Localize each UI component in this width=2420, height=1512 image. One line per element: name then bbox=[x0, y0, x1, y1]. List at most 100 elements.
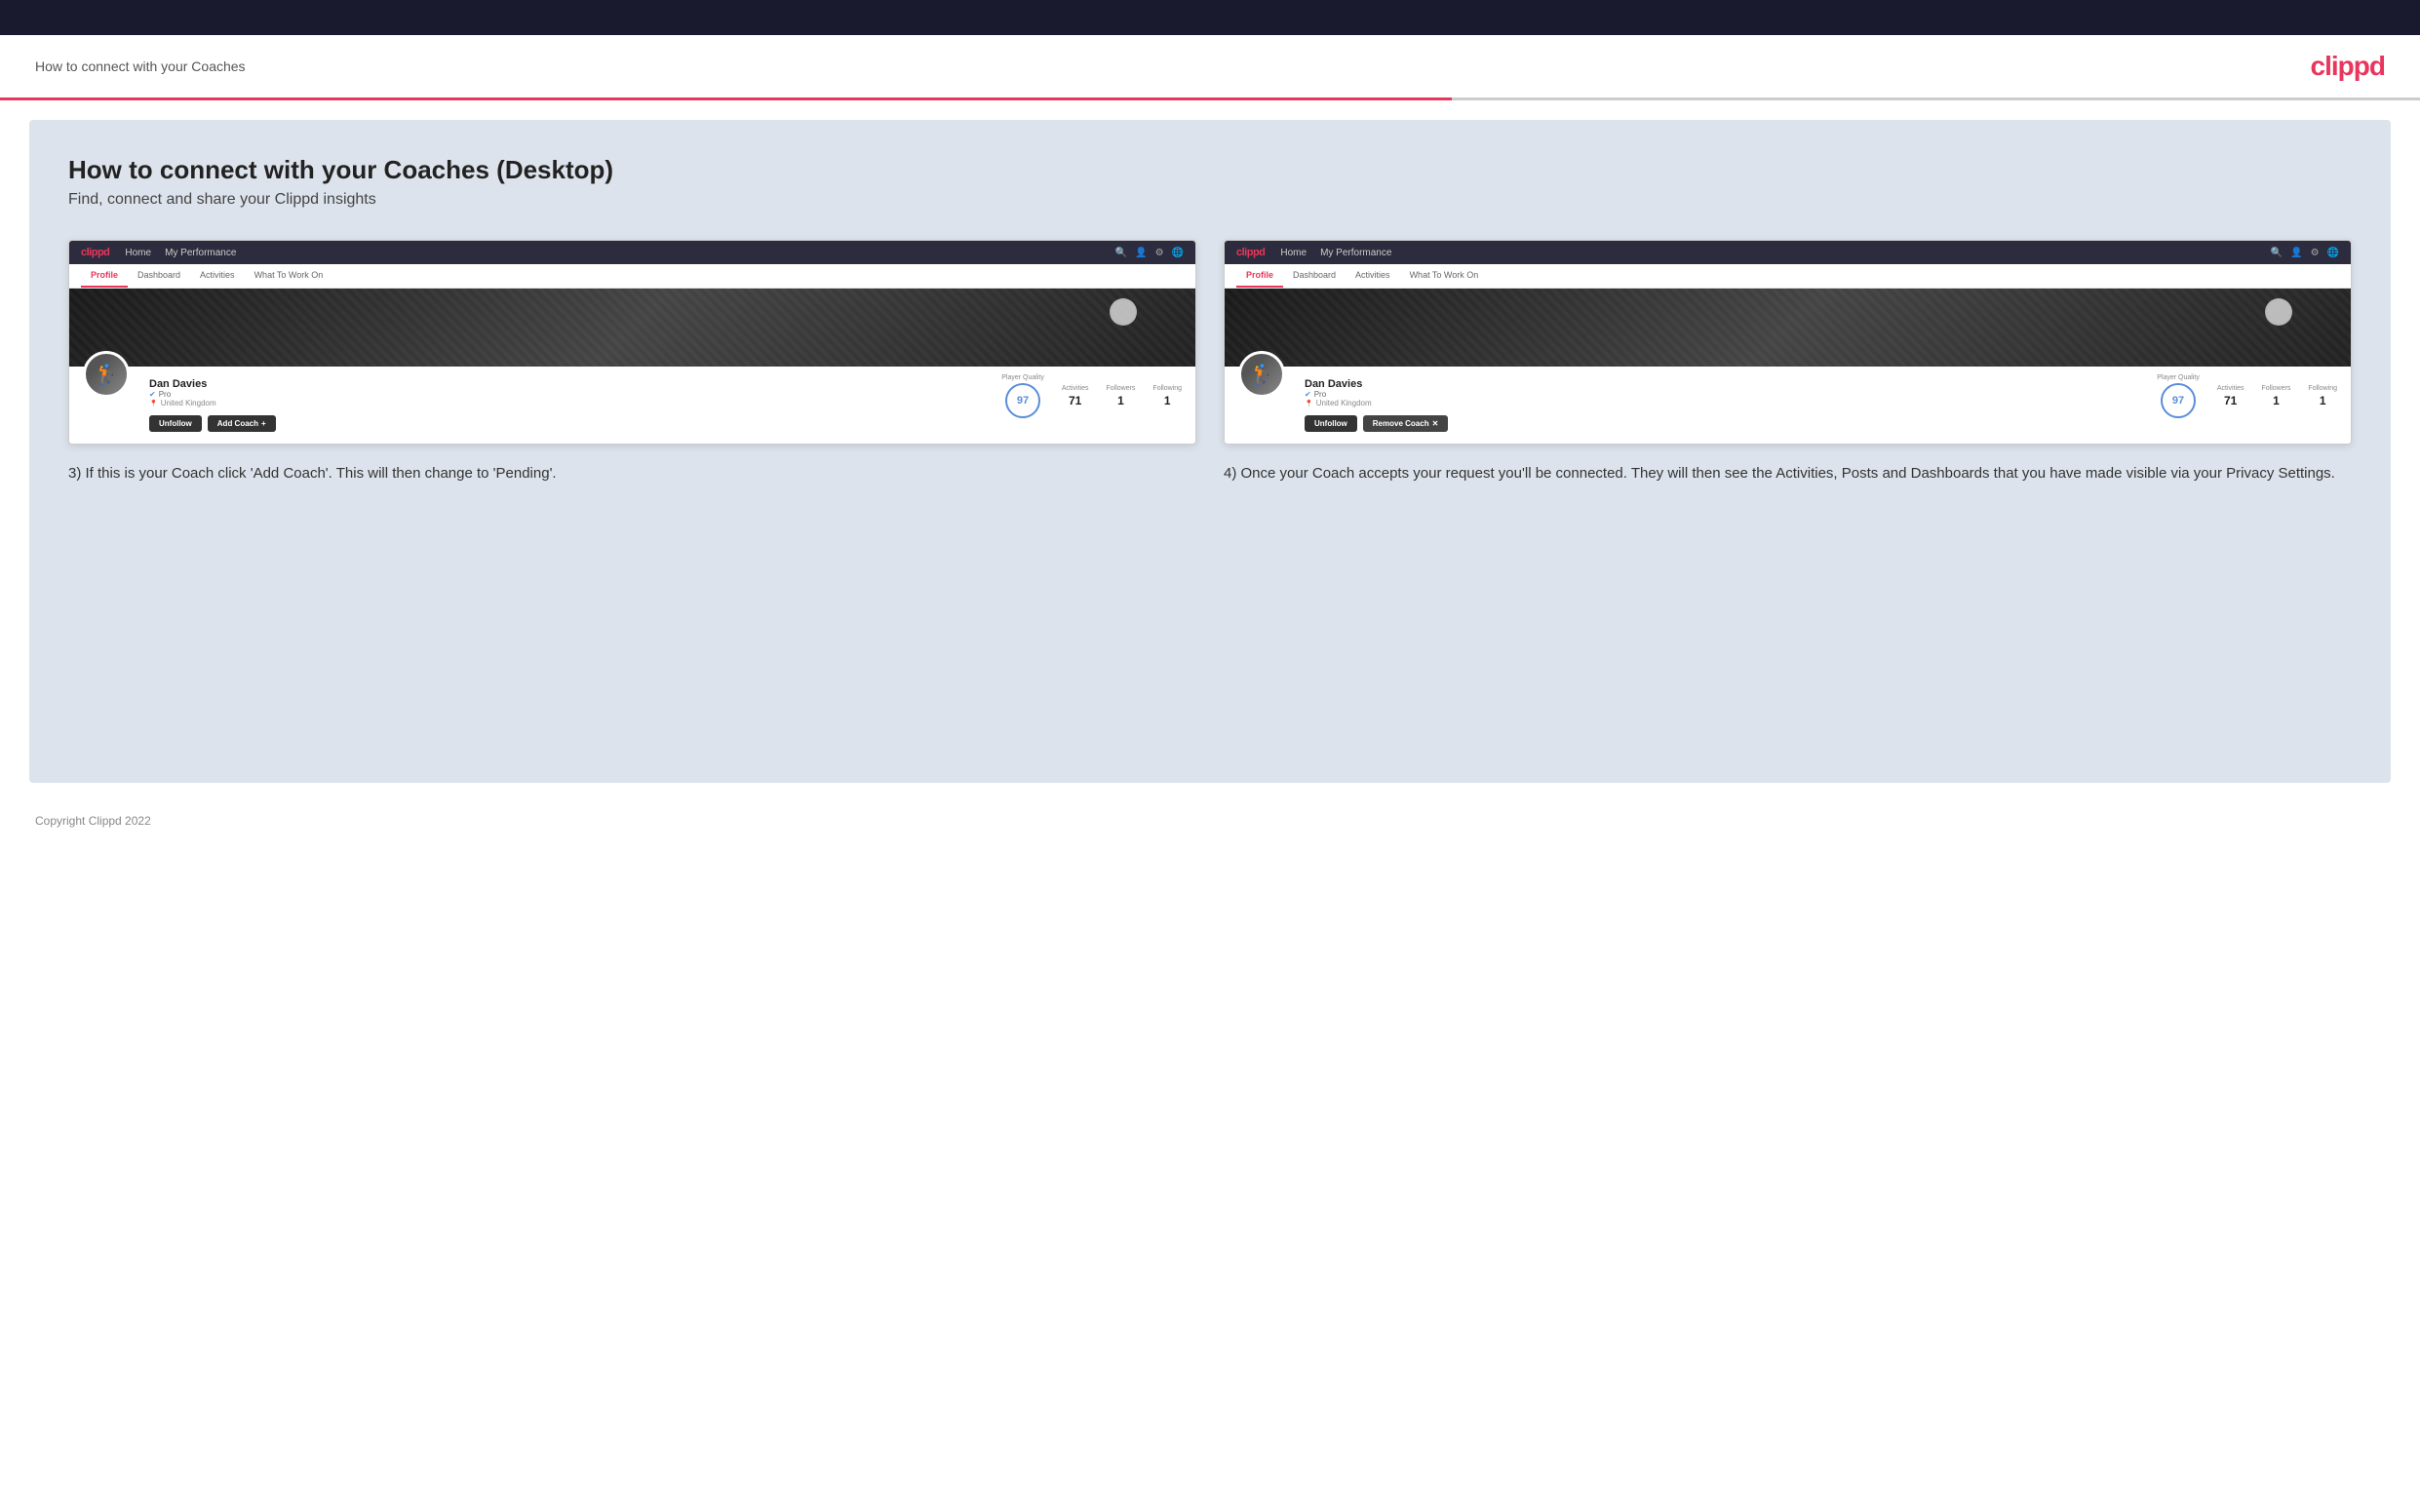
mini-banner-overlay-right bbox=[1225, 289, 2351, 367]
globe-icon-right[interactable]: 🌐 bbox=[2327, 248, 2339, 258]
stat-followers-label-right: Followers bbox=[2261, 385, 2290, 392]
stat-followers-label-left: Followers bbox=[1106, 385, 1135, 392]
close-icon-right: ✕ bbox=[1432, 419, 1439, 428]
settings-icon-left[interactable]: ⚙ bbox=[1155, 248, 1164, 258]
tab-dashboard-left[interactable]: Dashboard bbox=[128, 264, 190, 288]
unfollow-button-right[interactable]: Unfollow bbox=[1305, 415, 1357, 432]
page-subtitle: Find, connect and share your Clippd insi… bbox=[68, 191, 2352, 209]
mini-buttons-right: Unfollow Remove Coach ✕ bbox=[1305, 415, 2137, 432]
header-divider bbox=[0, 97, 2420, 100]
stat-following-value-left: 1 bbox=[1152, 394, 1182, 407]
stat-quality-right: Player Quality 97 bbox=[2157, 374, 2200, 418]
mini-banner-left bbox=[69, 289, 1195, 367]
globe-icon-left[interactable]: 🌐 bbox=[1172, 248, 1184, 258]
role-label-right: Pro bbox=[1314, 390, 1326, 399]
stat-following-label-right: Following bbox=[2308, 385, 2337, 392]
verified-icon-right: ✔ bbox=[1305, 390, 1311, 399]
mini-buttons-left: Unfollow Add Coach + bbox=[149, 415, 982, 432]
stat-quality-label-right: Player Quality bbox=[2157, 374, 2200, 381]
mini-stats-row-left: Player Quality 97 Activities 71 Follower… bbox=[1001, 374, 1182, 418]
mini-nav-items-left: Home My Performance bbox=[125, 248, 1099, 258]
mini-profile-section-right: 🏌 Dan Davies ✔ Pro 📍 United Kingdom bbox=[1225, 367, 2351, 444]
verified-icon-left: ✔ bbox=[149, 390, 156, 399]
screenshots-row: clippd Home My Performance 🔍 👤 ⚙ 🌐 Profi… bbox=[68, 240, 2352, 485]
step3-description: 3) If this is your Coach click 'Add Coac… bbox=[68, 462, 1196, 485]
location-label-left: United Kingdom bbox=[161, 399, 216, 407]
screenshot-right: clippd Home My Performance 🔍 👤 ⚙ 🌐 Profi… bbox=[1224, 240, 2352, 445]
copyright-text: Copyright Clippd 2022 bbox=[35, 814, 151, 828]
settings-icon-right[interactable]: ⚙ bbox=[2311, 248, 2320, 258]
stat-followers-value-right: 1 bbox=[2261, 394, 2290, 407]
avatar-figure-right: 🏌 bbox=[1250, 363, 1274, 387]
mini-profile-info-left: Dan Davies ✔ Pro 📍 United Kingdom Unfoll… bbox=[149, 374, 982, 432]
tab-profile-right[interactable]: Profile bbox=[1236, 264, 1283, 288]
stat-following-left: Following 1 bbox=[1152, 385, 1182, 407]
unfollow-button-left[interactable]: Unfollow bbox=[149, 415, 202, 432]
avatar-figure-left: 🏌 bbox=[95, 363, 119, 387]
step3-column: clippd Home My Performance 🔍 👤 ⚙ 🌐 Profi… bbox=[68, 240, 1196, 485]
mini-logo-right: clippd bbox=[1236, 247, 1265, 258]
mini-logo-left: clippd bbox=[81, 247, 109, 258]
mini-nav-icons-left: 🔍 👤 ⚙ 🌐 bbox=[1115, 248, 1184, 258]
tab-profile-left[interactable]: Profile bbox=[81, 264, 128, 288]
mini-nav-home-right[interactable]: Home bbox=[1280, 248, 1307, 258]
main-content: How to connect with your Coaches (Deskto… bbox=[29, 120, 2391, 783]
location-icon-right: 📍 bbox=[1305, 400, 1313, 407]
stat-activities-left: Activities 71 bbox=[1062, 385, 1089, 407]
mini-nav-home-left[interactable]: Home bbox=[125, 248, 151, 258]
user-icon-left[interactable]: 👤 bbox=[1135, 248, 1147, 258]
quality-circle-left: 97 bbox=[1005, 383, 1040, 418]
top-bar bbox=[0, 0, 2420, 35]
mini-avatar-right: 🏌 bbox=[1238, 351, 1285, 398]
mini-avatar-wrap-left: 🏌 bbox=[83, 351, 130, 398]
add-coach-button-left[interactable]: Add Coach + bbox=[208, 415, 276, 432]
mini-profile-location-left: 📍 United Kingdom bbox=[149, 399, 982, 407]
location-icon-left: 📍 bbox=[149, 400, 158, 407]
mini-nav-performance-left[interactable]: My Performance bbox=[165, 248, 236, 258]
user-icon-right[interactable]: 👤 bbox=[2290, 248, 2302, 258]
mini-profile-role-left: ✔ Pro bbox=[149, 390, 982, 399]
mini-banner-circle-right bbox=[2265, 298, 2292, 326]
footer: Copyright Clippd 2022 bbox=[0, 802, 2420, 839]
stat-activities-value-right: 71 bbox=[2217, 394, 2244, 407]
stat-following-right: Following 1 bbox=[2308, 385, 2337, 407]
stat-followers-value-left: 1 bbox=[1106, 394, 1135, 407]
tab-what-to-work-on-left[interactable]: What To Work On bbox=[245, 264, 333, 288]
remove-coach-button-right[interactable]: Remove Coach ✕ bbox=[1363, 415, 1449, 432]
mini-banner-circle-left bbox=[1110, 298, 1137, 326]
screenshot-left: clippd Home My Performance 🔍 👤 ⚙ 🌐 Profi… bbox=[68, 240, 1196, 445]
step4-description: 4) Once your Coach accepts your request … bbox=[1224, 462, 2352, 485]
stat-activities-right: Activities 71 bbox=[2217, 385, 2244, 407]
page-breadcrumb: How to connect with your Coaches bbox=[35, 58, 246, 74]
mini-tabs-right: Profile Dashboard Activities What To Wor… bbox=[1225, 264, 2351, 289]
clippd-logo: clippd bbox=[2311, 51, 2385, 82]
mini-avatar-left: 🏌 bbox=[83, 351, 130, 398]
search-icon-left[interactable]: 🔍 bbox=[1115, 248, 1127, 258]
tab-activities-right[interactable]: Activities bbox=[1346, 264, 1400, 288]
search-icon-right[interactable]: 🔍 bbox=[2271, 248, 2283, 258]
stat-activities-label-left: Activities bbox=[1062, 385, 1089, 392]
step4-column: clippd Home My Performance 🔍 👤 ⚙ 🌐 Profi… bbox=[1224, 240, 2352, 485]
role-label-left: Pro bbox=[159, 390, 171, 399]
stat-activities-value-left: 71 bbox=[1062, 394, 1089, 407]
tab-activities-left[interactable]: Activities bbox=[190, 264, 245, 288]
mini-profile-role-right: ✔ Pro bbox=[1305, 390, 2137, 399]
mini-navbar-left: clippd Home My Performance 🔍 👤 ⚙ 🌐 bbox=[69, 241, 1195, 264]
mini-profile-location-right: 📍 United Kingdom bbox=[1305, 399, 2137, 407]
mini-nav-icons-right: 🔍 👤 ⚙ 🌐 bbox=[2271, 248, 2339, 258]
tab-what-to-work-on-right[interactable]: What To Work On bbox=[1400, 264, 1489, 288]
mini-stats-row-right: Player Quality 97 Activities 71 Follower… bbox=[2157, 374, 2337, 418]
stat-quality-left: Player Quality 97 bbox=[1001, 374, 1044, 418]
mini-nav-performance-right[interactable]: My Performance bbox=[1320, 248, 1391, 258]
mini-avatar-wrap-right: 🏌 bbox=[1238, 351, 1285, 398]
tab-dashboard-right[interactable]: Dashboard bbox=[1283, 264, 1346, 288]
stat-quality-label-left: Player Quality bbox=[1001, 374, 1044, 381]
stat-followers-right: Followers 1 bbox=[2261, 385, 2290, 407]
mini-profile-section-left: 🏌 Dan Davies ✔ Pro 📍 United Kingdom bbox=[69, 367, 1195, 444]
mini-profile-info-right: Dan Davies ✔ Pro 📍 United Kingdom Unfoll… bbox=[1305, 374, 2137, 432]
plus-icon-left: + bbox=[261, 419, 266, 428]
mini-banner-overlay-left bbox=[69, 289, 1195, 367]
location-label-right: United Kingdom bbox=[1316, 399, 1372, 407]
remove-coach-label-right: Remove Coach bbox=[1373, 419, 1429, 428]
mini-profile-name-left: Dan Davies bbox=[149, 378, 982, 390]
